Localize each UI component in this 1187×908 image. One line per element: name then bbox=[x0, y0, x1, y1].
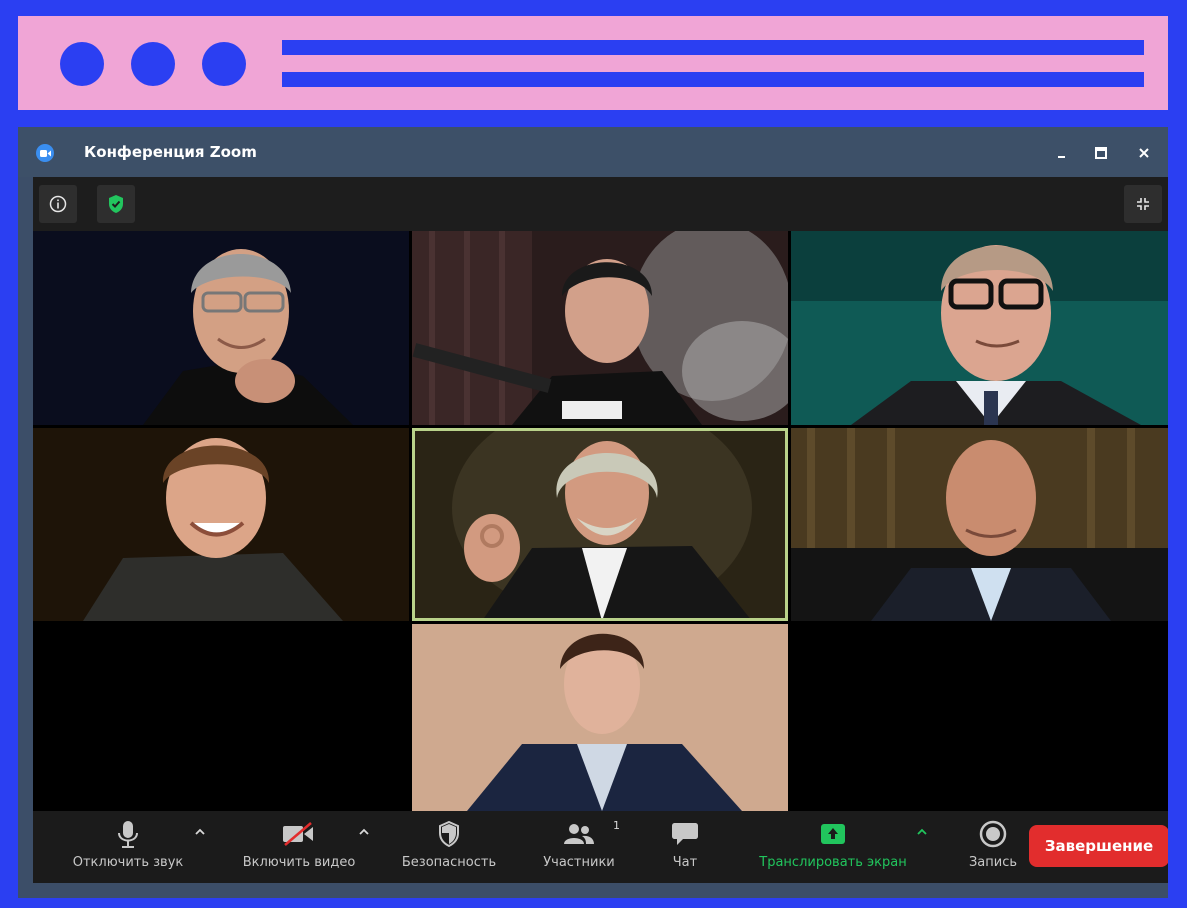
decorative-line-2 bbox=[282, 72, 1144, 87]
maximize-button[interactable] bbox=[1089, 141, 1113, 165]
video-gallery bbox=[33, 231, 1168, 811]
window-title: Конференция Zoom bbox=[84, 143, 257, 161]
chevron-up-icon bbox=[195, 828, 205, 835]
meeting-top-bar bbox=[33, 177, 1168, 231]
decorative-line-1 bbox=[282, 40, 1144, 55]
start-video-button[interactable]: Включить видео bbox=[229, 817, 369, 877]
end-meeting-button[interactable]: Завершение bbox=[1029, 825, 1168, 867]
participant-video-image bbox=[412, 231, 788, 425]
maximize-icon bbox=[1095, 147, 1107, 159]
microphone-icon bbox=[118, 821, 138, 848]
participant-video-image bbox=[791, 231, 1168, 425]
zoom-window: Конференция Zoom Отключить звук Включить… bbox=[18, 127, 1168, 898]
decorative-dot-2 bbox=[131, 42, 175, 86]
participant-video-image bbox=[33, 231, 409, 425]
meeting-controls-bar: Отключить звук Включить видео Безопаснос… bbox=[33, 811, 1168, 883]
title-bar: Конференция Zoom bbox=[18, 127, 1168, 177]
empty-tile bbox=[791, 624, 1168, 811]
security-label: Безопасность bbox=[401, 855, 497, 870]
start-video-label: Включить видео bbox=[242, 855, 356, 870]
record-button[interactable]: Запись bbox=[953, 817, 1033, 877]
participants-label: Участники bbox=[543, 855, 615, 870]
audio-options-caret[interactable] bbox=[195, 825, 205, 839]
encryption-button[interactable] bbox=[97, 185, 135, 223]
participant-video-tile[interactable] bbox=[791, 231, 1168, 425]
decorative-dot-1 bbox=[60, 42, 104, 86]
zoom-camera-icon bbox=[36, 144, 54, 162]
fullscreen-button[interactable] bbox=[1124, 185, 1162, 223]
participants-icon bbox=[564, 824, 594, 844]
share-options-caret[interactable] bbox=[917, 825, 927, 839]
window-bottom-edge bbox=[18, 883, 1168, 898]
security-shield-icon bbox=[439, 821, 459, 847]
participant-video-tile[interactable] bbox=[791, 428, 1168, 621]
participants-count: 1 bbox=[613, 819, 620, 832]
record-icon bbox=[979, 820, 1007, 848]
participant-video-tile[interactable] bbox=[412, 231, 788, 425]
security-button[interactable]: Безопасность bbox=[389, 817, 509, 877]
meeting-info-button[interactable] bbox=[39, 185, 77, 223]
decorative-header bbox=[18, 16, 1168, 110]
share-screen-button[interactable]: Транслировать экран bbox=[743, 817, 923, 877]
participant-video-image bbox=[791, 428, 1168, 621]
info-icon bbox=[49, 195, 67, 213]
participant-video-tile[interactable] bbox=[33, 231, 409, 425]
decorative-dot-3 bbox=[202, 42, 246, 86]
chevron-up-icon bbox=[359, 828, 369, 835]
participant-video-tile[interactable] bbox=[33, 428, 409, 621]
mute-label: Отключить звук bbox=[72, 855, 184, 870]
record-label: Запись bbox=[968, 855, 1018, 870]
minimize-icon bbox=[1058, 156, 1065, 158]
share-screen-icon bbox=[821, 824, 845, 844]
chat-bubble-icon bbox=[672, 823, 698, 845]
active-speaker-video-tile[interactable] bbox=[412, 428, 788, 621]
participant-video-tile[interactable] bbox=[412, 624, 788, 811]
participant-video-image bbox=[412, 624, 788, 811]
chevron-up-icon bbox=[917, 828, 927, 835]
fullscreen-icon bbox=[1137, 198, 1149, 210]
close-icon bbox=[1139, 148, 1149, 158]
video-options-caret[interactable] bbox=[359, 825, 369, 839]
shield-check-icon bbox=[109, 195, 123, 213]
share-screen-label: Транслировать экран bbox=[759, 855, 907, 870]
video-off-icon bbox=[283, 822, 313, 846]
minimize-button[interactable] bbox=[1050, 141, 1074, 165]
close-button[interactable] bbox=[1132, 141, 1156, 165]
participant-video-image bbox=[412, 428, 788, 621]
participant-video-image bbox=[33, 428, 409, 621]
chat-label: Чат bbox=[672, 855, 698, 870]
mute-button[interactable]: Отключить звук bbox=[63, 817, 193, 877]
empty-tile bbox=[33, 624, 409, 811]
chat-button[interactable]: Чат bbox=[655, 817, 715, 877]
